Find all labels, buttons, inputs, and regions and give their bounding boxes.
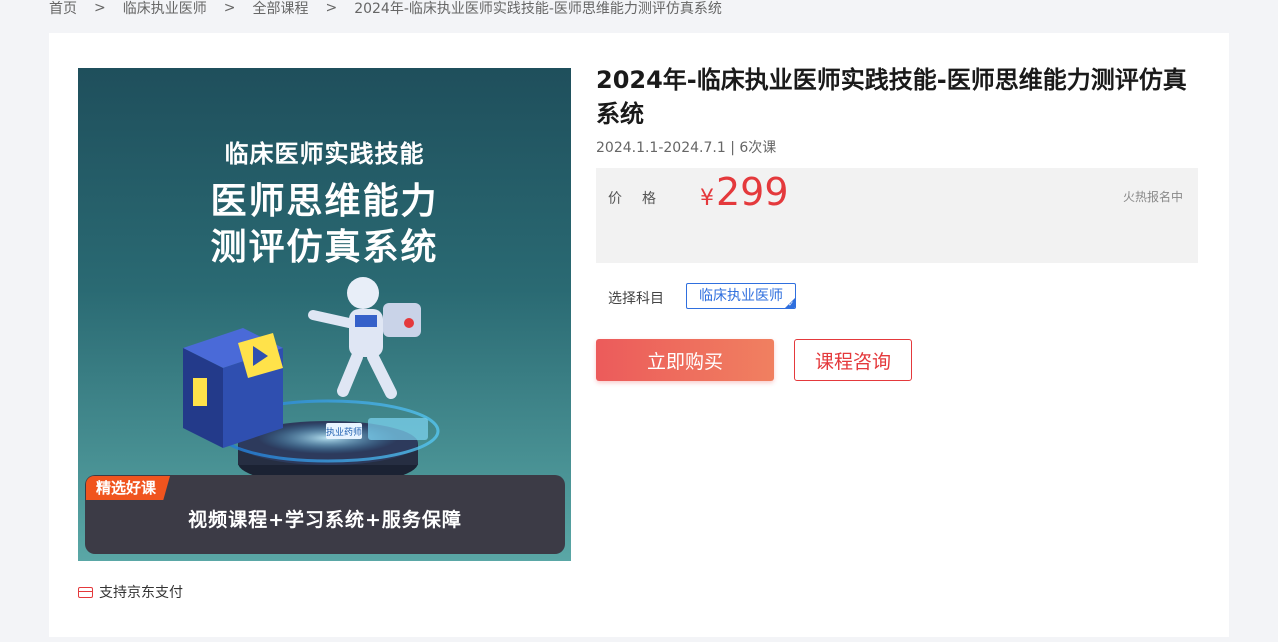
breadcrumb-separator: > bbox=[223, 0, 236, 16]
subject-option-selected[interactable]: 临床执业医师 ✓ bbox=[686, 283, 796, 309]
breadcrumb-all-courses-link[interactable]: 全部课程 bbox=[252, 0, 308, 18]
astronaut-illustration: 执业药师 bbox=[183, 277, 440, 485]
cover-banner-text: 视频课程+学习系统+服务保障 bbox=[188, 509, 462, 531]
breadcrumb-current: 2024年-临床执业医师实践技能-医师思维能力测评仿真系统 bbox=[354, 1, 722, 17]
featured-tag: 精选好课 bbox=[86, 476, 171, 500]
jd-payment-label: 支持京东支付 bbox=[99, 585, 183, 601]
card-icon bbox=[78, 586, 93, 598]
course-title: 2024年-临床执业医师实践技能-医师思维能力测评仿真系统 bbox=[596, 66, 1187, 128]
course-consult-button[interactable]: 课程咨询 bbox=[794, 339, 912, 381]
course-cover-image: 临床医师实践技能 医师思维能力 测评仿真系统 执业药师 视频课程+学习系统+服务… bbox=[78, 68, 571, 561]
price-panel: 价格 ¥ 299 火热报名中 bbox=[596, 168, 1198, 263]
currency-symbol: ¥ bbox=[700, 186, 714, 211]
cover-title-line1: 医师思维能力 bbox=[210, 181, 439, 222]
subject-label: 选择科目 bbox=[608, 291, 664, 307]
price-amount: 299 bbox=[716, 170, 789, 214]
course-detail-card: 临床医师实践技能 医师思维能力 测评仿真系统 执业药师 视频课程+学习系统+服务… bbox=[49, 33, 1229, 637]
jd-payment-support: 支持京东支付 bbox=[78, 582, 183, 602]
cover-sign-text: 执业药师 bbox=[326, 426, 362, 438]
breadcrumb-separator: > bbox=[325, 0, 338, 16]
breadcrumb-separator: > bbox=[94, 0, 106, 16]
price-value: ¥ 299 bbox=[700, 170, 789, 214]
check-icon: ✓ bbox=[788, 300, 794, 308]
cover-subtitle: 临床医师实践技能 bbox=[224, 140, 425, 168]
breadcrumb: 首页 > 临床执业医师 > 全部课程 > 2024年-临床执业医师实践技能-医师… bbox=[49, 0, 722, 18]
subject-option-label: 临床执业医师 bbox=[699, 288, 783, 304]
breadcrumb-category-link[interactable]: 临床执业医师 bbox=[123, 0, 207, 18]
enrollment-status: 火热报名中 bbox=[1122, 190, 1183, 204]
breadcrumb-home-link[interactable]: 首页 bbox=[49, 0, 77, 18]
buy-now-button[interactable]: 立即购买 bbox=[596, 339, 774, 381]
price-label: 价格 bbox=[608, 191, 676, 207]
course-meta: 2024.1.1-2024.7.1 | 6次课 bbox=[596, 140, 777, 156]
